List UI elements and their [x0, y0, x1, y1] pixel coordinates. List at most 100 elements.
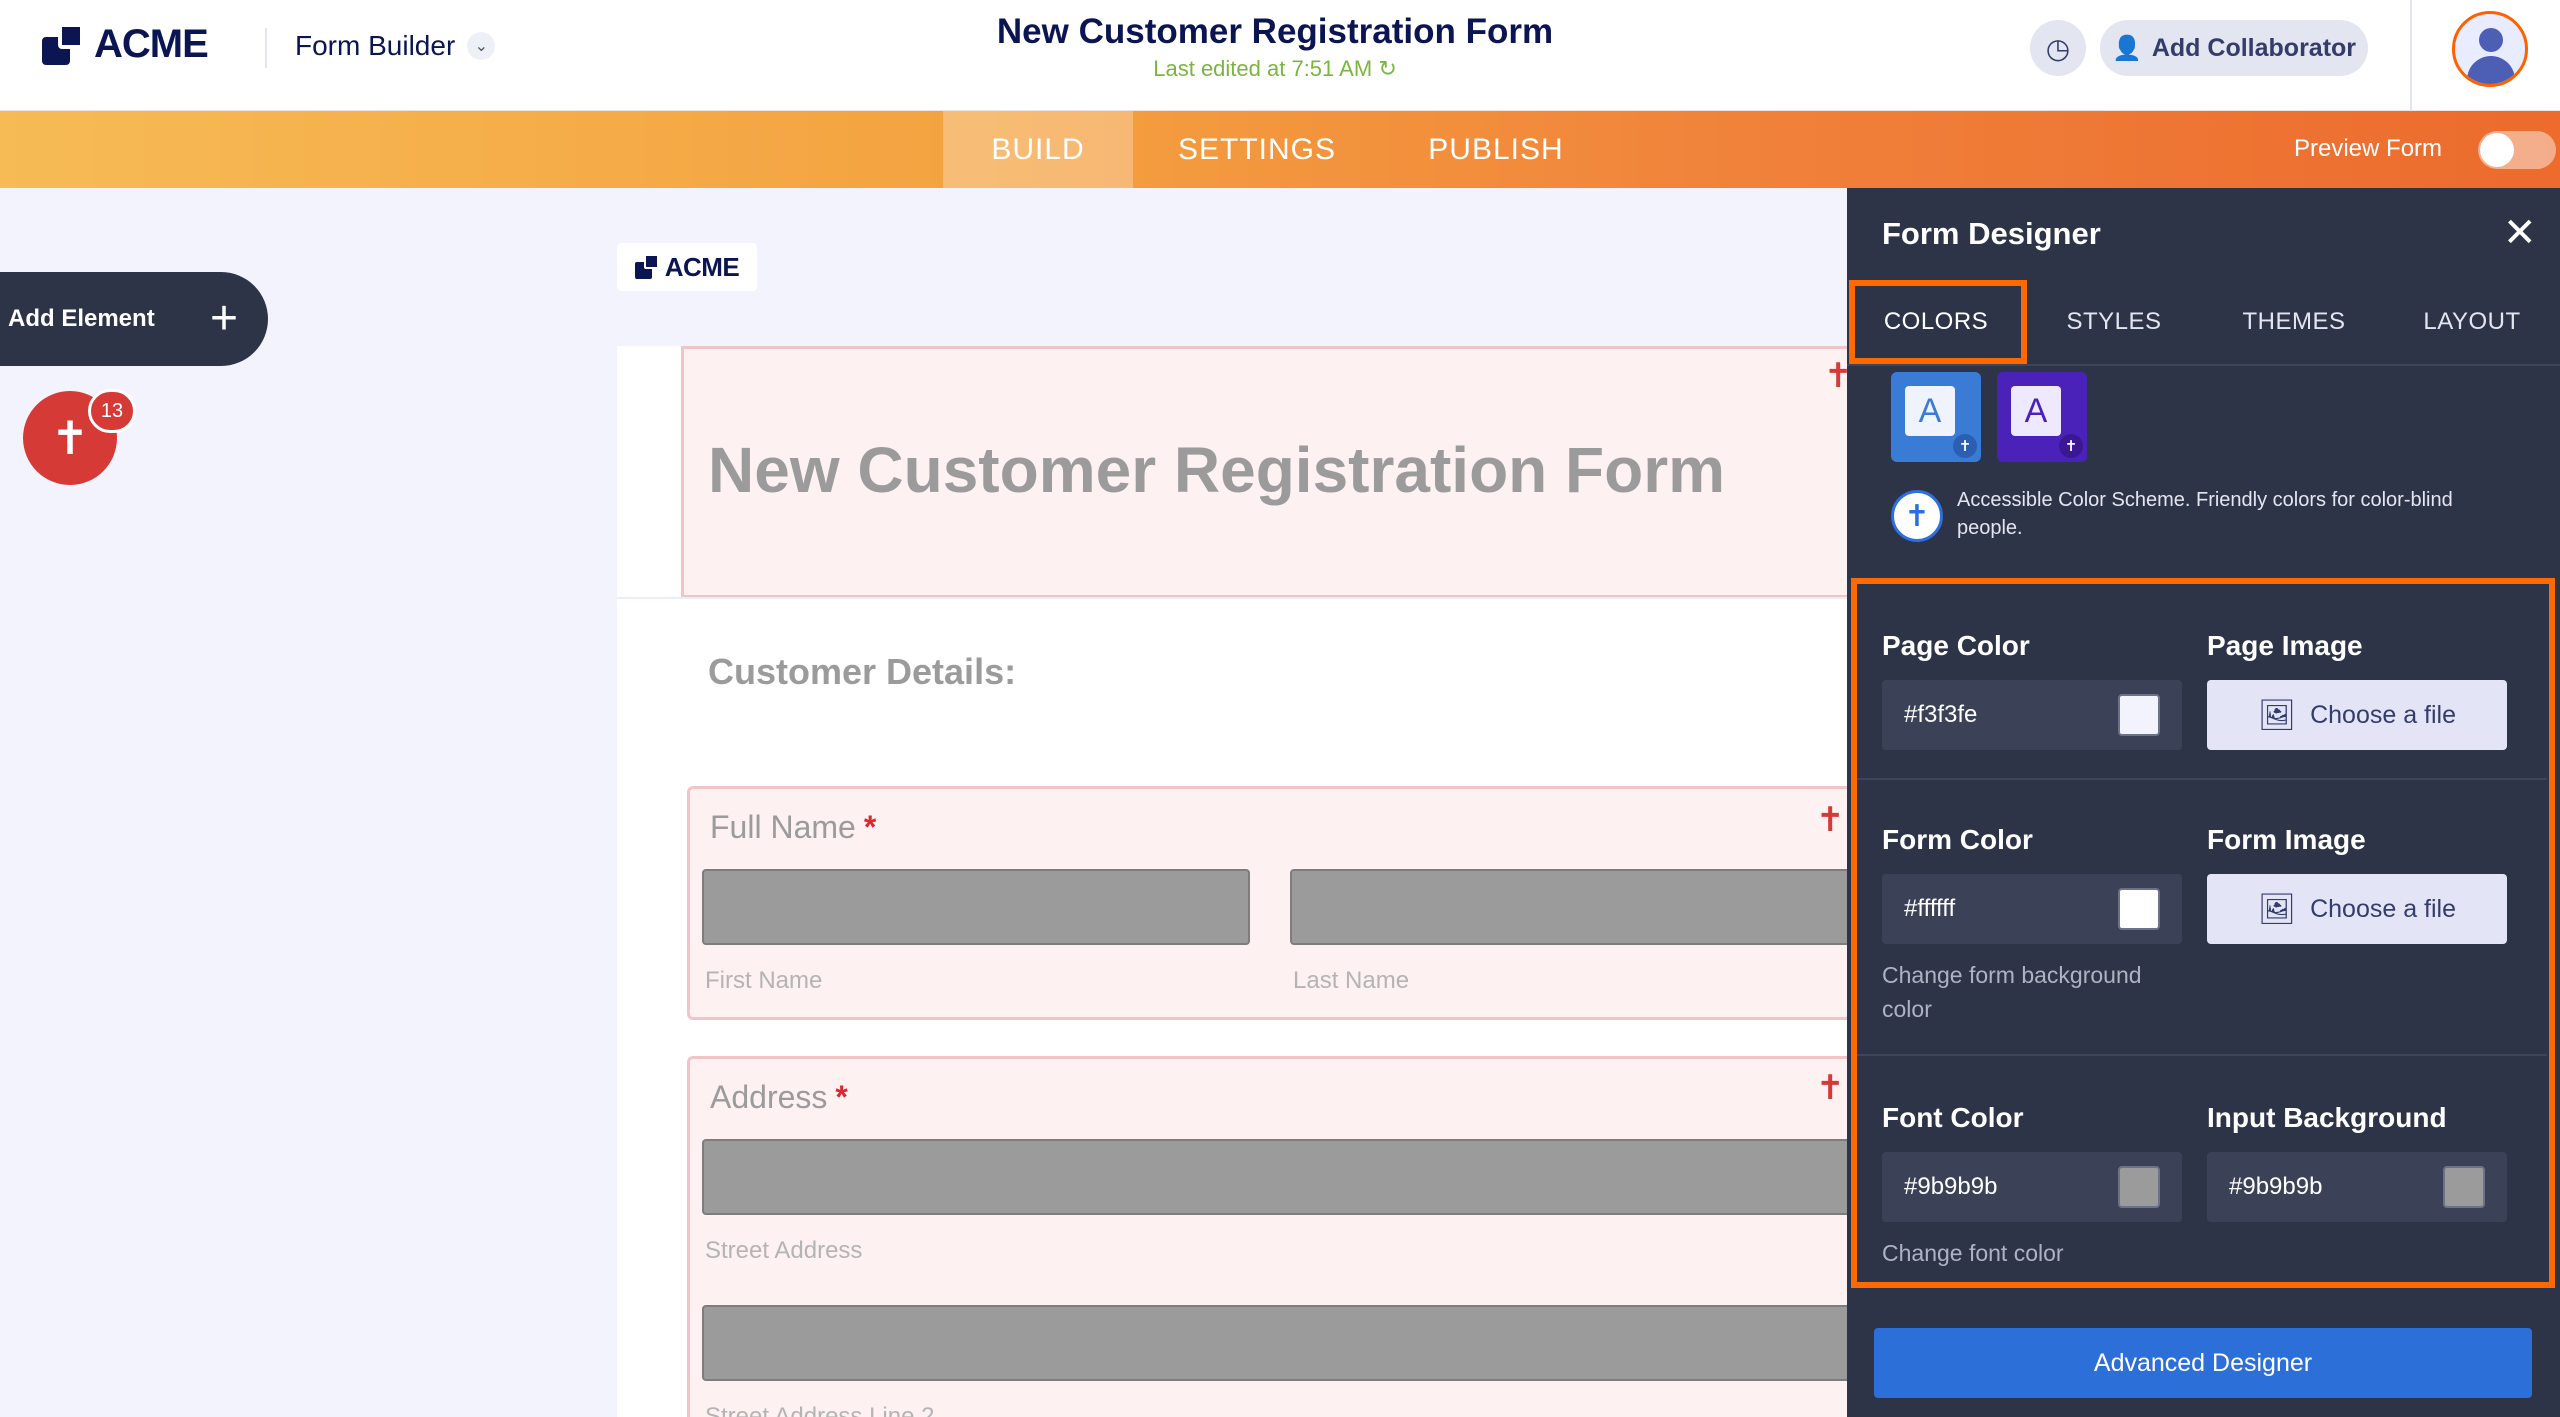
- form-logo-text: ACME: [664, 251, 740, 282]
- refresh-icon[interactable]: ↻: [1378, 56, 1396, 81]
- form-color-label: Form Color: [1882, 824, 2033, 855]
- add-image-icon: 🖼: [2257, 698, 2297, 732]
- street-address-sublabel: Street Address: [705, 1237, 863, 1264]
- accessibility-icon: ✝: [1891, 490, 1943, 542]
- row-divider: [1857, 778, 2547, 780]
- font-color-value: #9b9b9b: [1904, 1173, 1998, 1200]
- header-divider-right: [2410, 0, 2412, 111]
- street-address-line2-sublabel: Street Address Line 2: [705, 1403, 935, 1417]
- form-image-upload-button[interactable]: 🖼 Choose a file: [2207, 874, 2507, 944]
- row-divider: [1857, 1054, 2547, 1056]
- input-background-value: #9b9b9b: [2229, 1173, 2323, 1200]
- form-heading[interactable]: New Customer Registration Form: [708, 433, 1725, 507]
- required-mark: *: [835, 1079, 848, 1115]
- page-color-label: Page Color: [1882, 630, 2030, 661]
- accessibility-warning-icon[interactable]: ✝: [1816, 1068, 1845, 1108]
- colors-tab-highlight: [1849, 280, 2027, 364]
- swatch-letter: A: [2011, 386, 2061, 436]
- add-element-label: Add Element: [8, 305, 155, 332]
- form-title[interactable]: New Customer Registration Form: [900, 12, 1650, 52]
- form-color-value: #ffffff: [1904, 895, 1956, 922]
- panel-title: Form Designer: [1882, 216, 2101, 251]
- address-label-text: Address: [710, 1079, 828, 1115]
- choose-file-label: Choose a file: [2310, 700, 2457, 729]
- tab-build[interactable]: BUILD: [943, 111, 1133, 188]
- font-color-input[interactable]: #9b9b9b: [1882, 1152, 2182, 1222]
- accessible-scheme-description: Accessible Color Scheme. Friendly colors…: [1957, 489, 2453, 539]
- form-color-helper-text: Change form background color: [1882, 962, 2142, 1022]
- last-name-input[interactable]: [1290, 869, 1847, 945]
- form-logo[interactable]: ACME: [617, 243, 757, 291]
- page-image-label: Page Image: [2207, 630, 2363, 661]
- advanced-designer-button[interactable]: Advanced Designer: [1874, 1328, 2532, 1398]
- input-background-label: Input Background: [2207, 1102, 2447, 1133]
- logo-text: ACME: [94, 22, 209, 66]
- input-background-swatch[interactable]: [2443, 1166, 2485, 1208]
- form-color-swatch[interactable]: [2118, 888, 2160, 930]
- last-edited-status: Last edited at 7:51 AM ↻: [900, 56, 1650, 82]
- full-name-label: Full Name *: [710, 809, 876, 846]
- form-color-input[interactable]: #ffffff: [1882, 874, 2182, 944]
- add-element-button[interactable]: Add Element +: [0, 272, 268, 366]
- form-image-label: Form Image: [2207, 824, 2366, 855]
- first-name-input[interactable]: [702, 869, 1250, 945]
- page-image-upload-button[interactable]: 🖼 Choose a file: [2207, 680, 2507, 750]
- choose-file-label: Choose a file: [2310, 894, 2457, 923]
- header-separator: [617, 597, 1847, 599]
- page-color-swatch[interactable]: [2118, 694, 2160, 736]
- accessibility-icon: ✝: [2059, 434, 2083, 458]
- preview-form-toggle[interactable]: [2478, 131, 2556, 169]
- product-switcher[interactable]: Form Builder ⌄: [295, 30, 496, 62]
- chevron-down-icon[interactable]: ⌄: [467, 32, 496, 60]
- accessibility-icon: ✝: [50, 412, 90, 464]
- add-collaborator-button[interactable]: 👤 Add Collaborator: [2100, 20, 2368, 76]
- accessibility-issue-count: 13: [88, 389, 136, 433]
- tab-divider: [1847, 364, 2560, 366]
- close-icon[interactable]: ✕: [2503, 210, 2537, 256]
- full-name-label-text: Full Name: [710, 809, 856, 845]
- form-card: New Customer Registration Form Customer …: [617, 346, 1847, 1417]
- last-edited-text: Last edited at 7:51 AM: [1153, 56, 1373, 81]
- history-button[interactable]: ◷: [2030, 20, 2086, 76]
- preview-form-label: Preview Form: [2294, 135, 2443, 162]
- tab-settings[interactable]: SETTINGS: [1133, 111, 1381, 188]
- accessibility-icon: ✝: [1953, 434, 1977, 458]
- section-heading[interactable]: Customer Details:: [708, 651, 1016, 693]
- required-mark: *: [863, 809, 877, 845]
- color-scheme-swatch-purple[interactable]: A ✝: [1997, 372, 2087, 462]
- form-title-area: New Customer Registration Form Last edit…: [900, 12, 1650, 82]
- tab-layout[interactable]: LAYOUT: [2383, 282, 2560, 362]
- address-field[interactable]: Address * Street Address Street Address L…: [687, 1056, 1847, 1417]
- form-header-element[interactable]: New Customer Registration Form: [681, 346, 1847, 598]
- builder-nav: BUILD SETTINGS PUBLISH Preview Form: [0, 111, 2560, 188]
- tab-publish[interactable]: PUBLISH: [1381, 111, 1611, 188]
- swatch-letter: A: [1905, 386, 1955, 436]
- font-color-label: Font Color: [1882, 1102, 2024, 1133]
- full-name-field[interactable]: Full Name * First Name Last Name: [687, 786, 1847, 1020]
- font-color-swatch[interactable]: [2118, 1166, 2160, 1208]
- font-color-helper-text: Change font color: [1882, 1240, 2064, 1266]
- form-logo-mark-icon: [634, 254, 661, 280]
- page-color-value: #f3f3fe: [1904, 701, 1978, 728]
- add-collaborator-label: Add Collaborator: [2151, 33, 2357, 62]
- tab-themes[interactable]: THEMES: [2205, 282, 2383, 362]
- last-name-sublabel: Last Name: [1293, 967, 1410, 994]
- history-icon: ◷: [2045, 32, 2071, 64]
- tab-styles[interactable]: STYLES: [2025, 282, 2203, 362]
- color-scheme-swatch-blue[interactable]: A ✝: [1891, 372, 1981, 462]
- form-designer-panel: Form Designer ✕ COLORS STYLES THEMES LAY…: [1847, 188, 2560, 1417]
- plus-icon: +: [209, 292, 238, 345]
- input-background-input[interactable]: #9b9b9b: [2207, 1152, 2507, 1222]
- avatar[interactable]: [2452, 11, 2528, 87]
- logo-mark-icon: [42, 22, 86, 67]
- add-user-icon: 👤: [2111, 34, 2142, 62]
- page-color-input[interactable]: #f3f3fe: [1882, 680, 2182, 750]
- street-address-line2-input[interactable]: [702, 1305, 1847, 1381]
- acme-logo[interactable]: ACME: [42, 22, 209, 67]
- accessibility-warning-icon[interactable]: ✝: [1816, 800, 1845, 840]
- street-address-input[interactable]: [702, 1139, 1847, 1215]
- header-divider: [265, 28, 267, 68]
- first-name-sublabel: First Name: [705, 967, 823, 994]
- product-name: Form Builder: [295, 30, 456, 61]
- add-image-icon: 🖼: [2257, 892, 2297, 926]
